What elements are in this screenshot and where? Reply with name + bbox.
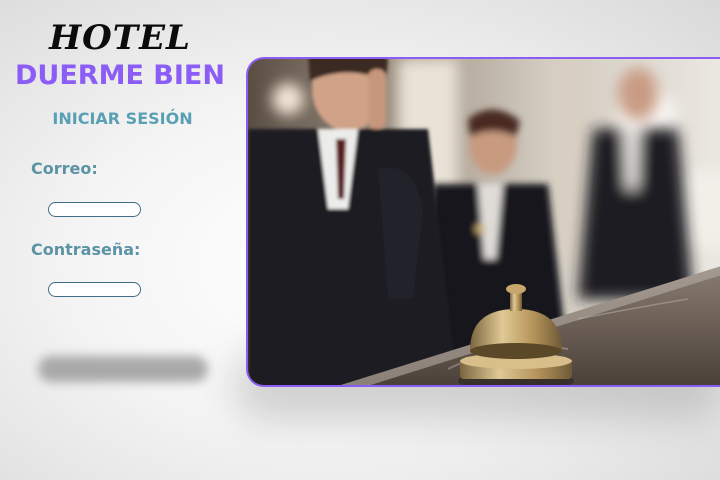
hotel-title: HOTEL: [49, 18, 191, 58]
email-field[interactable]: [48, 202, 141, 217]
login-heading: INICIAR SESIÓN: [52, 109, 193, 128]
hotel-reception-photo: [246, 57, 720, 387]
brand-name: DUERME BIEN: [15, 60, 225, 91]
login-submit-button[interactable]: [38, 356, 208, 382]
reception-photo-illustration: [248, 59, 720, 385]
password-label: Contraseña:: [31, 240, 141, 259]
email-label: Correo:: [31, 159, 98, 178]
password-field[interactable]: [48, 282, 141, 297]
